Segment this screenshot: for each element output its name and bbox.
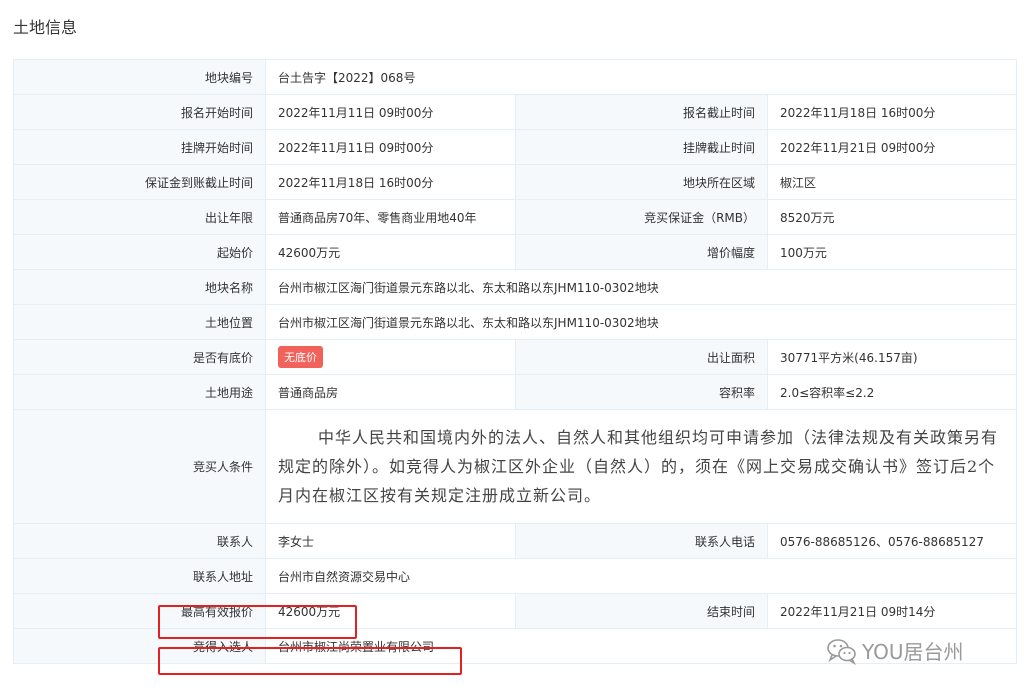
table-row: 报名开始时间 2022年11月11日 09时00分 报名截止时间 2022年11… bbox=[13, 94, 1018, 130]
reserve-cell: 无底价 bbox=[265, 339, 516, 375]
deposit-deadline-label: 保证金到账截止时间 bbox=[13, 164, 266, 200]
plot-no-value: 台土告字【2022】068号 bbox=[264, 59, 1018, 95]
start-price-label: 起始价 bbox=[13, 234, 266, 270]
reg-end-label: 报名截止时间 bbox=[515, 94, 768, 130]
watermark-text: YOU居台州 bbox=[862, 640, 964, 664]
area-label: 出让面积 bbox=[515, 339, 768, 375]
table-row: 联系人地址 台州市自然资源交易中心 bbox=[13, 558, 1018, 594]
usage-value: 普通商品房 bbox=[265, 374, 516, 410]
table-row: 土地位置 台州市椒江区海门街道景元东路以北、东太和路以东JHM110-0302地… bbox=[13, 304, 1018, 340]
area-value: 30771平方米(46.157亩) bbox=[766, 339, 1018, 375]
end-time-label: 结束时间 bbox=[515, 593, 768, 629]
land-info-table: 地块编号 台土告字【2022】068号 报名开始时间 2022年11月11日 0… bbox=[13, 59, 1018, 664]
table-row: 地块编号 台土告字【2022】068号 bbox=[13, 59, 1018, 95]
table-row: 联系人 李女士 联系人电话 0576-88685126、0576-8868512… bbox=[13, 523, 1018, 559]
reserve-badge: 无底价 bbox=[278, 346, 323, 368]
plot-name-label: 地块名称 bbox=[13, 269, 266, 305]
usage-label: 土地用途 bbox=[13, 374, 266, 410]
deposit-deadline-value: 2022年11月18日 16时00分 bbox=[265, 164, 516, 200]
conditions-label: 竞买人条件 bbox=[13, 409, 266, 524]
term-value: 普通商品房70年、零售商业用地40年 bbox=[265, 199, 516, 235]
list-start-value: 2022年11月11日 09时00分 bbox=[265, 129, 516, 165]
table-row: 竞买人条件 中华人民共和国境内外的法人、自然人和其他组织均可申请参加（法律法规及… bbox=[13, 409, 1018, 524]
reserve-label: 是否有底价 bbox=[13, 339, 266, 375]
table-row: 出让年限 普通商品房70年、零售商业用地40年 竞买保证金（RMB） 8520万… bbox=[13, 199, 1018, 235]
reg-start-value: 2022年11月11日 09时00分 bbox=[265, 94, 516, 130]
end-time-value: 2022年11月21日 09时14分 bbox=[766, 593, 1018, 629]
table-row: 土地用途 普通商品房 容积率 2.0≤容积率≤2.2 bbox=[13, 374, 1018, 410]
table-row: 是否有底价 无底价 出让面积 30771平方米(46.157亩) bbox=[13, 339, 1018, 375]
watermark: YOU居台州 bbox=[826, 636, 964, 665]
conditions-value: 中华人民共和国境内外的法人、自然人和其他组织均可申请参加（法律法规及有关政策另有… bbox=[278, 428, 999, 505]
deposit-value: 8520万元 bbox=[766, 199, 1018, 235]
start-price-value: 42600万元 bbox=[265, 234, 516, 270]
district-label: 地块所在区域 bbox=[515, 164, 768, 200]
table-row: 保证金到账截止时间 2022年11月18日 16时00分 地块所在区域 椒江区 bbox=[13, 164, 1018, 200]
phone-value: 0576-88685126、0576-88685127 bbox=[766, 523, 1018, 559]
page-title: 土地信息 bbox=[13, 18, 78, 37]
location-label: 土地位置 bbox=[13, 304, 266, 340]
list-start-label: 挂牌开始时间 bbox=[13, 129, 266, 165]
plot-name-value: 台州市椒江区海门街道景元东路以北、东太和路以东JHM110-0302地块 bbox=[264, 269, 1018, 305]
table-row: 挂牌开始时间 2022年11月11日 09时00分 挂牌截止时间 2022年11… bbox=[13, 129, 1018, 165]
deposit-label: 竞买保证金（RMB） bbox=[515, 199, 768, 235]
increment-label: 增价幅度 bbox=[515, 234, 768, 270]
table-row: 地块名称 台州市椒江区海门街道景元东路以北、东太和路以东JHM110-0302地… bbox=[13, 269, 1018, 305]
address-label: 联系人地址 bbox=[13, 558, 266, 594]
far-value: 2.0≤容积率≤2.2 bbox=[766, 374, 1018, 410]
district-value: 椒江区 bbox=[766, 164, 1018, 200]
reg-start-label: 报名开始时间 bbox=[13, 94, 266, 130]
far-label: 容积率 bbox=[515, 374, 768, 410]
conditions-cell: 中华人民共和国境内外的法人、自然人和其他组织均可申请参加（法律法规及有关政策另有… bbox=[264, 409, 1018, 524]
wechat-icon bbox=[826, 637, 858, 665]
list-end-label: 挂牌截止时间 bbox=[515, 129, 768, 165]
phone-label: 联系人电话 bbox=[515, 523, 768, 559]
address-value: 台州市自然资源交易中心 bbox=[264, 558, 1018, 594]
table-row: 起始价 42600万元 增价幅度 100万元 bbox=[13, 234, 1018, 270]
term-label: 出让年限 bbox=[13, 199, 266, 235]
contact-value: 李女士 bbox=[265, 523, 516, 559]
reg-end-value: 2022年11月18日 16时00分 bbox=[766, 94, 1018, 130]
winner-highlight bbox=[158, 647, 462, 675]
plot-no-label: 地块编号 bbox=[13, 59, 266, 95]
top-bid-highlight bbox=[158, 605, 357, 639]
increment-value: 100万元 bbox=[766, 234, 1018, 270]
contact-label: 联系人 bbox=[13, 523, 266, 559]
list-end-value: 2022年11月21日 09时00分 bbox=[766, 129, 1018, 165]
location-value: 台州市椒江区海门街道景元东路以北、东太和路以东JHM110-0302地块 bbox=[264, 304, 1018, 340]
